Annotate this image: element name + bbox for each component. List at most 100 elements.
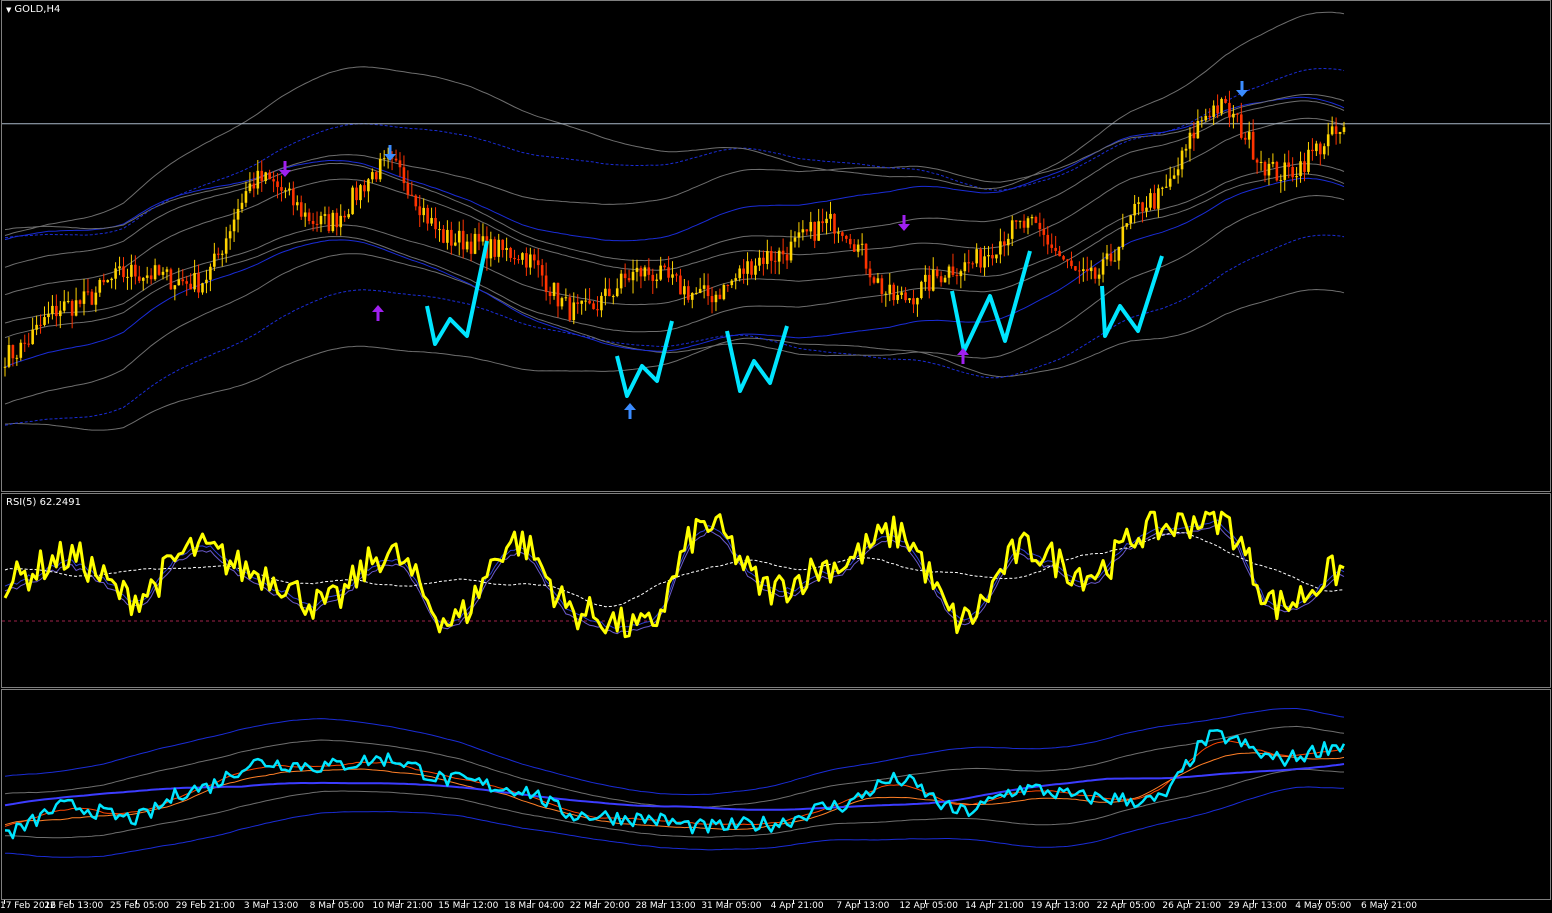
candle-body [367, 179, 370, 192]
time-tick-label: 26 Apr 21:00 [1162, 901, 1222, 911]
time-tick-label: 29 Apr 13:00 [1228, 901, 1287, 911]
time-tick-label: 7 Apr 13:00 [836, 901, 890, 911]
candle-body [43, 317, 46, 325]
indicator-canvas[interactable] [2, 690, 1550, 899]
candle-body [216, 253, 220, 255]
candle-body [758, 257, 761, 266]
candle-body [299, 202, 303, 217]
candle-body [908, 298, 911, 301]
candle-body [153, 265, 157, 280]
time-tick-label: 12 Apr 05:00 [899, 901, 958, 911]
candle-body [31, 329, 34, 345]
rsi-canvas[interactable] [2, 494, 1550, 687]
candle-body [1200, 120, 1204, 122]
candle-body [1062, 256, 1065, 260]
candle-body [548, 292, 552, 297]
candle-body [967, 262, 971, 264]
envelope-line [4, 100, 1345, 268]
candle-body [627, 278, 631, 281]
time-tick-label: 25 Feb 05:00 [109, 901, 170, 911]
candle-body [580, 300, 583, 304]
candle-body [521, 253, 524, 260]
candle-body [497, 239, 501, 257]
indicator-pane[interactable] [1, 689, 1551, 900]
candle-body [1299, 161, 1302, 177]
time-tick-label: 4 May 05:00 [1295, 901, 1352, 911]
candle-body [70, 301, 74, 316]
candle-body [983, 256, 986, 268]
candle-body [27, 343, 30, 345]
candle-body [351, 187, 354, 215]
candle-body [102, 279, 106, 283]
candle-body [1247, 131, 1251, 140]
candle-body [833, 213, 836, 234]
candle-body [805, 229, 809, 232]
candle-body [584, 300, 587, 302]
candle-body [813, 221, 817, 241]
candle-body [106, 280, 109, 283]
arrow-down-icon [898, 215, 910, 231]
candle-body [1176, 169, 1180, 176]
candle-body [35, 324, 38, 330]
candle-body [722, 285, 726, 300]
candle-body [1078, 270, 1081, 272]
candle-body [1303, 161, 1306, 172]
candle-body [935, 269, 939, 277]
candle-body [256, 170, 260, 189]
candle-body [975, 249, 978, 264]
candle-body [912, 298, 915, 305]
candle-body [1082, 269, 1085, 271]
candle-body [916, 298, 919, 305]
price-chart-pane[interactable]: ▼ GOLD,H4 [1, 0, 1551, 492]
price-chart-canvas[interactable] [2, 1, 1550, 491]
candle-body [999, 241, 1002, 255]
candle-body [675, 274, 678, 276]
envelope-line [4, 194, 1345, 405]
candle-body [588, 300, 591, 304]
candle-body [319, 215, 323, 225]
candle-body [750, 261, 753, 275]
candle-body [754, 265, 757, 275]
candle-body [1283, 162, 1287, 180]
candle-body [382, 158, 386, 160]
rsi-pane[interactable]: RSI(5) 62.2491 [1, 493, 1551, 688]
candle-body [161, 271, 165, 275]
candle-body [1228, 102, 1231, 118]
candle-body [1129, 215, 1133, 224]
candle-body [272, 179, 275, 182]
candle-body [781, 250, 785, 255]
time-tick-label: 28 Mar 13:00 [635, 901, 696, 911]
candle-body [1255, 159, 1259, 163]
candle-body [1275, 161, 1279, 181]
candle-body [793, 237, 797, 242]
candle-body [177, 279, 181, 286]
candle-body [1334, 126, 1338, 134]
candle-body [544, 275, 548, 293]
candle-body [734, 278, 738, 281]
candle-body [201, 283, 204, 293]
candle-body [1030, 216, 1034, 219]
candle-body [1101, 259, 1105, 275]
time-tick-label: 29 Feb 21:00 [175, 901, 235, 911]
candle-body [406, 183, 410, 195]
candle-body [359, 185, 362, 201]
candle-body [1180, 150, 1184, 170]
candle-body [841, 232, 844, 236]
candle-body [426, 207, 429, 224]
candle-body [1196, 120, 1200, 139]
candle-body [738, 268, 741, 279]
candle-body [402, 167, 406, 184]
candle-body [378, 158, 382, 180]
candle-body [1326, 134, 1330, 147]
candle-body [604, 288, 607, 296]
dropdown-triangle-icon[interactable]: ▼ [6, 6, 11, 14]
candle-body [1295, 176, 1298, 178]
candle-body [517, 259, 520, 261]
candle-body [825, 218, 828, 224]
candle-body [619, 273, 623, 289]
candle-body [430, 217, 433, 224]
candle-body [1192, 132, 1196, 139]
candle-body [995, 254, 998, 259]
candle-body [987, 255, 990, 257]
candle-body [631, 271, 635, 281]
